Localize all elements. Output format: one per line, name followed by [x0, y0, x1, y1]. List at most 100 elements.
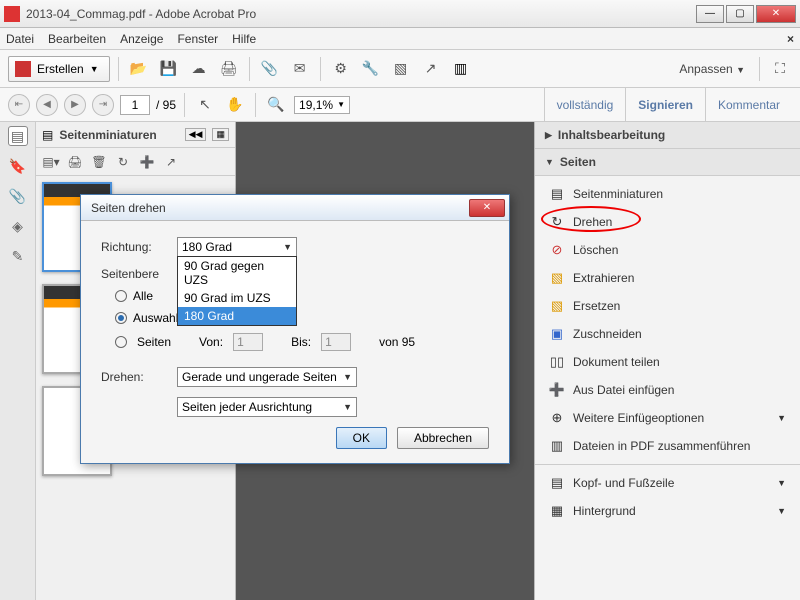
tool-aus-datei-einfuegen[interactable]: ➕Aus Datei einfügen — [535, 376, 800, 404]
thumb-print-icon[interactable]: 🖨 — [66, 153, 84, 171]
radio-all[interactable]: Alle — [115, 289, 489, 303]
separator — [535, 464, 800, 465]
customize-button[interactable]: Anpassen ▼ — [673, 62, 751, 76]
to-input[interactable] — [321, 333, 351, 351]
panel-prev-button[interactable]: ◀◀ — [185, 128, 207, 141]
first-page-button[interactable]: ⇤ — [8, 94, 30, 116]
panel-icon: ▤ — [42, 128, 53, 142]
cloud-icon[interactable]: ☁ — [187, 57, 211, 81]
menu-datei[interactable]: Datei — [6, 32, 34, 46]
zoom-value: 19,1% — [299, 98, 333, 112]
menubar-close-icon[interactable]: × — [787, 32, 794, 46]
mail-icon[interactable]: ✉ — [288, 57, 312, 81]
panel-menu-button[interactable]: ▦ — [212, 128, 229, 141]
color-icon[interactable]: ▥ — [449, 57, 473, 81]
select-tool-icon[interactable]: ↖ — [193, 93, 217, 117]
section-seiten[interactable]: ▼ Seiten — [535, 149, 800, 176]
attach-icon[interactable]: 📎 — [258, 57, 282, 81]
dialog-title: Seiten drehen — [91, 201, 469, 215]
parity-combo[interactable]: Gerade und ungerade Seiten ▼ — [177, 367, 357, 387]
window-titlebar: 2013-04_Commag.pdf - Adobe Acrobat Pro —… — [0, 0, 800, 28]
tool-ersetzen[interactable]: ▧Ersetzen — [535, 292, 800, 320]
option-180[interactable]: 180 Grad — [178, 307, 296, 325]
separator — [255, 93, 256, 117]
ok-button[interactable]: OK — [336, 427, 387, 449]
delete-icon: ⊘ — [549, 242, 565, 258]
option-90-cw[interactable]: 90 Grad im UZS — [178, 289, 296, 307]
tool-zuschneiden[interactable]: ▣Zuschneiden — [535, 320, 800, 348]
radio-pages[interactable]: Seiten Von: Bis: von 95 — [115, 333, 489, 351]
dialog-titlebar[interactable]: Seiten drehen ✕ — [81, 195, 509, 221]
signatures-icon[interactable]: ✎ — [8, 246, 28, 266]
link-kommentar[interactable]: Kommentar — [705, 88, 792, 122]
tool-hintergrund[interactable]: ▦Hintergrund▼ — [535, 497, 800, 525]
background-icon: ▦ — [549, 503, 565, 519]
cancel-button[interactable]: Abbrechen — [397, 427, 489, 449]
fullscreen-icon[interactable]: ⛶ — [768, 57, 792, 81]
separator — [184, 93, 185, 117]
orientation-combo[interactable]: Seiten jeder Ausrichtung ▼ — [177, 397, 357, 417]
direction-value: 180 Grad — [182, 240, 232, 254]
crop-icon: ▣ — [549, 326, 565, 342]
thumbnail-panel-title: Seitenminiaturen — [59, 128, 178, 142]
maximize-button[interactable]: ▢ — [726, 5, 754, 23]
thumbnail-toolbar: ▤▾ 🖨 🗑 ↻ ➕ ↗ — [36, 148, 235, 176]
menu-hilfe[interactable]: Hilfe — [232, 32, 256, 46]
thumb-rotate-icon[interactable]: ↻ — [114, 153, 132, 171]
create-button[interactable]: Erstellen ▼ — [8, 56, 110, 82]
next-page-button[interactable]: ▶ — [64, 94, 86, 116]
tool-extrahieren[interactable]: ▧Extrahieren — [535, 264, 800, 292]
dialog-close-button[interactable]: ✕ — [469, 199, 505, 217]
minimize-button[interactable]: — — [696, 5, 724, 23]
link-vollstaendig[interactable]: vollständig — [544, 88, 626, 122]
direction-combo[interactable]: 180 Grad ▼ 90 Grad gegen UZS 90 Grad im … — [177, 237, 297, 257]
open-icon[interactable]: 📂 — [127, 57, 151, 81]
section-inhaltsbearbeitung[interactable]: ▶ Inhaltsbearbeitung — [535, 122, 800, 149]
tool-icon[interactable]: 🔧 — [359, 57, 383, 81]
zoom-icon[interactable]: 🔍 — [264, 93, 288, 117]
zoom-combo[interactable]: 19,1% ▼ — [294, 96, 350, 114]
prev-page-button[interactable]: ◀ — [36, 94, 58, 116]
tool-weitere-einfuegeoptionen[interactable]: ⊕Weitere Einfügeoptionen▼ — [535, 404, 800, 432]
close-button[interactable]: ✕ — [756, 5, 796, 23]
chevron-down-icon: ▼ — [545, 157, 554, 167]
thumbnails-icon[interactable]: ▤ — [8, 126, 28, 146]
from-input[interactable] — [233, 333, 263, 351]
thumb-extract-icon[interactable]: ↗ — [162, 153, 180, 171]
tool-loeschen[interactable]: ⊘Löschen — [535, 236, 800, 264]
export-icon[interactable]: ↗ — [419, 57, 443, 81]
tool-kopf-fusszeile[interactable]: ▤Kopf- und Fußzeile▼ — [535, 469, 800, 497]
link-signieren[interactable]: Signieren — [625, 88, 705, 122]
tools-panel: ▶ Inhaltsbearbeitung ▼ Seiten ▤Seitenmin… — [534, 122, 800, 600]
chevron-right-icon: ▶ — [545, 130, 552, 141]
chevron-down-icon: ▼ — [343, 402, 352, 412]
ocr-icon[interactable]: ▧ — [389, 57, 413, 81]
gear-icon[interactable]: ⚙ — [329, 57, 353, 81]
bookmark-icon[interactable]: 🔖 — [8, 156, 28, 176]
separator — [249, 57, 250, 81]
menu-fenster[interactable]: Fenster — [177, 32, 218, 46]
tool-drehen[interactable]: ↻Drehen — [535, 208, 800, 236]
thumb-delete-icon[interactable]: 🗑 — [90, 153, 108, 171]
print-icon[interactable]: 🖨 — [217, 57, 241, 81]
last-page-button[interactable]: ⇥ — [92, 94, 114, 116]
hand-tool-icon[interactable]: ✋ — [223, 93, 247, 117]
to-label: Bis: — [291, 335, 311, 349]
radio-selection[interactable]: Auswahl — [115, 311, 489, 325]
tool-seitenminiaturen[interactable]: ▤Seitenminiaturen — [535, 180, 800, 208]
save-icon[interactable]: 💾 — [157, 57, 181, 81]
menu-bearbeiten[interactable]: Bearbeiten — [48, 32, 106, 46]
direction-label: Richtung: — [101, 240, 177, 254]
layers-icon[interactable]: ◈ — [8, 216, 28, 236]
toolbar-navigation: ⇤ ◀ ▶ ⇥ / 95 ↖ ✋ 🔍 19,1% ▼ vollständig S… — [0, 88, 800, 122]
menu-anzeige[interactable]: Anzeige — [120, 32, 163, 46]
tool-zusammenfuehren[interactable]: ▥Dateien in PDF zusammenführen — [535, 432, 800, 460]
create-label: Erstellen — [37, 62, 84, 76]
thumb-insert-icon[interactable]: ➕ — [138, 153, 156, 171]
tool-dokument-teilen[interactable]: ▯▯Dokument teilen — [535, 348, 800, 376]
attachment-icon[interactable]: 📎 — [8, 186, 28, 206]
option-90-ccw[interactable]: 90 Grad gegen UZS — [178, 257, 296, 289]
thumb-options-icon[interactable]: ▤▾ — [42, 153, 60, 171]
page-number-input[interactable] — [120, 95, 150, 115]
chevron-down-icon: ▼ — [777, 413, 786, 423]
